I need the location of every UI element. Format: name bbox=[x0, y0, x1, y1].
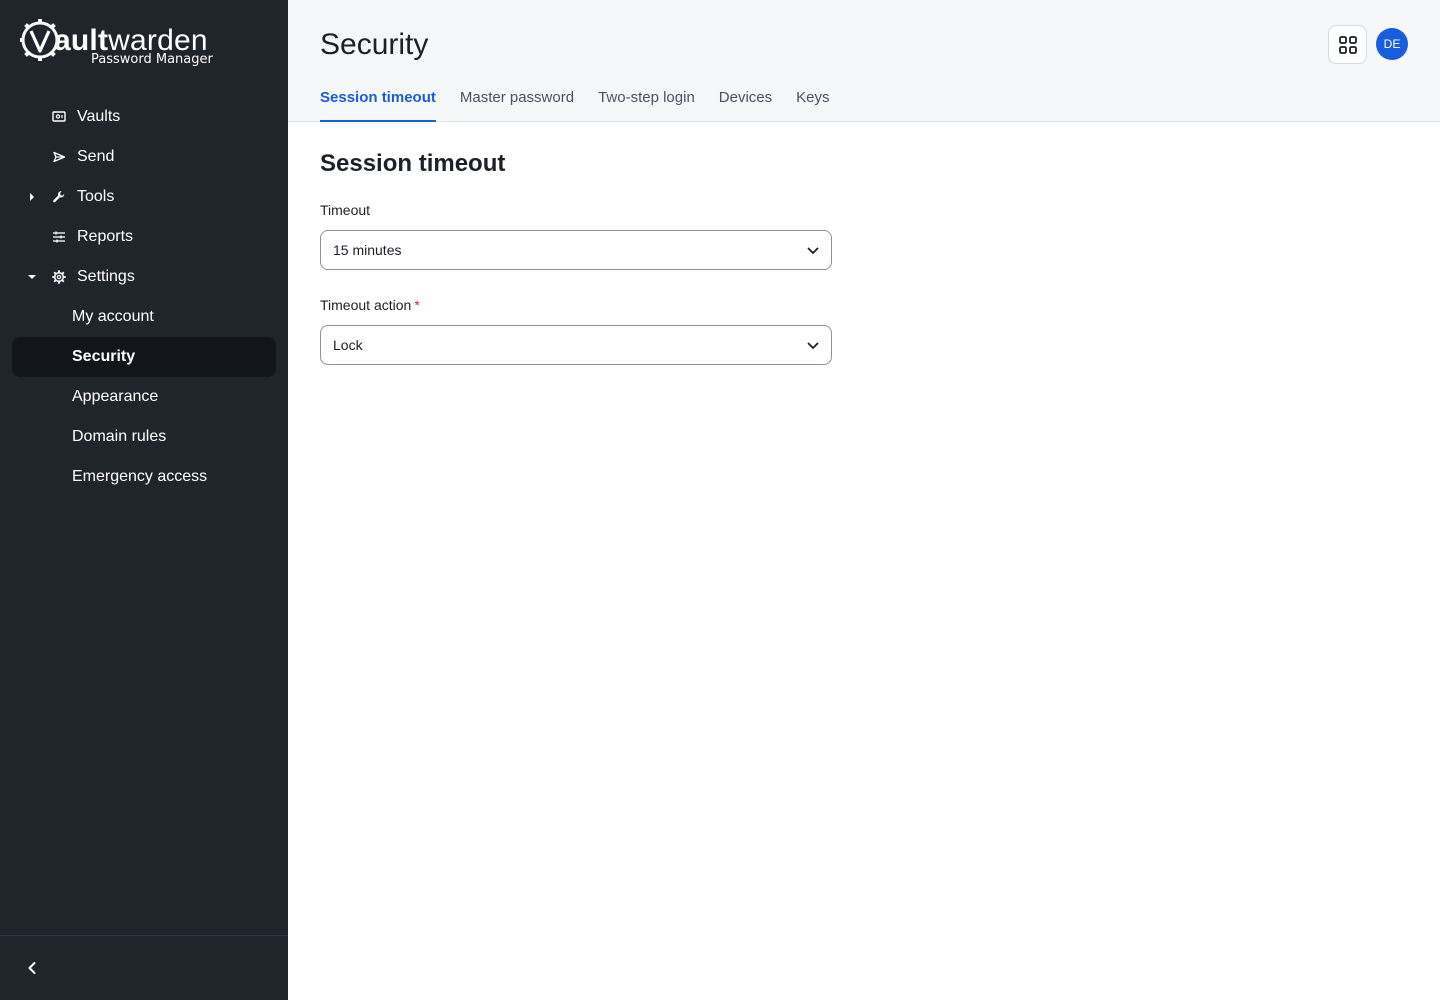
caret-right-icon[interactable] bbox=[27, 177, 37, 217]
security-tabs: Session timeout Master password Two-step… bbox=[320, 80, 854, 122]
wrench-icon bbox=[51, 177, 67, 217]
tab-devices[interactable]: Devices bbox=[719, 80, 772, 122]
sidebar-item-label: Emergency access bbox=[72, 468, 208, 485]
page-title: Security bbox=[320, 28, 429, 61]
tab-keys[interactable]: Keys bbox=[796, 80, 829, 122]
sidebar-item-vaults[interactable]: Vaults bbox=[0, 97, 288, 137]
sidebar-item-label: Appearance bbox=[72, 388, 159, 405]
tab-master-password[interactable]: Master password bbox=[460, 80, 574, 122]
sliders-icon bbox=[51, 217, 67, 257]
sidebar-item-label: Domain rules bbox=[72, 428, 167, 445]
chevron-down-icon bbox=[805, 243, 821, 259]
send-icon bbox=[51, 137, 67, 177]
sidebar-item-label: Vaults bbox=[77, 108, 121, 125]
caret-down-icon[interactable] bbox=[27, 257, 37, 297]
gear-icon bbox=[51, 257, 67, 297]
sidebar-item-my-account[interactable]: My account bbox=[0, 297, 288, 337]
main-content: Security DE Session timeout Master passw… bbox=[288, 0, 1440, 1000]
brand-subtitle: Password Manager bbox=[91, 52, 213, 67]
tab-two-step-login[interactable]: Two-step login bbox=[598, 80, 695, 122]
product-switcher-button[interactable] bbox=[1328, 25, 1367, 64]
sidebar-item-tools[interactable]: Tools bbox=[0, 177, 288, 217]
page-header: Security DE Session timeout Master passw… bbox=[288, 0, 1440, 122]
sidebar-item-appearance[interactable]: Appearance bbox=[0, 377, 288, 417]
chevron-down-icon bbox=[805, 338, 821, 354]
timeout-action-selected-value: Lock bbox=[333, 337, 363, 353]
collapse-sidebar-button[interactable] bbox=[20, 956, 44, 980]
sidebar-item-label: Tools bbox=[77, 188, 115, 205]
sidebar-footer bbox=[0, 935, 288, 1000]
sidebar-item-reports[interactable]: Reports bbox=[0, 217, 288, 257]
active-item-highlight bbox=[12, 337, 276, 377]
account-avatar[interactable]: DE bbox=[1376, 28, 1408, 60]
chevron-left-icon bbox=[28, 962, 36, 974]
session-timeout-section: Session timeout Timeout 15 minutes Timeo… bbox=[320, 150, 840, 392]
timeout-label: Timeout bbox=[320, 202, 840, 220]
sidebar-item-label: Security bbox=[72, 348, 136, 365]
sidebar-item-domain-rules[interactable]: Domain rules bbox=[0, 417, 288, 457]
required-marker: * bbox=[414, 297, 420, 313]
grid-icon bbox=[1338, 35, 1357, 54]
sidebar-item-label: Send bbox=[77, 148, 115, 165]
sidebar-item-label: Settings bbox=[77, 268, 135, 285]
sidebar-item-settings[interactable]: Settings bbox=[0, 257, 288, 297]
timeout-action-select[interactable]: Lock bbox=[320, 325, 832, 365]
timeout-selected-value: 15 minutes bbox=[333, 242, 402, 258]
sidebar: aultwarden Password Manager Vaults Send … bbox=[0, 0, 288, 1000]
sidebar-item-emergency-access[interactable]: Emergency access bbox=[0, 457, 288, 497]
sidebar-nav: Vaults Send Tools Reports Settings My ac… bbox=[0, 97, 288, 497]
sidebar-item-security[interactable]: Security bbox=[0, 337, 288, 377]
timeout-label-text: Timeout bbox=[320, 202, 371, 218]
timeout-action-label: Timeout action * bbox=[320, 297, 840, 315]
sidebar-item-label: Reports bbox=[77, 228, 134, 245]
section-title: Session timeout bbox=[320, 150, 506, 177]
timeout-action-label-text: Timeout action bbox=[320, 297, 412, 313]
vault-icon bbox=[51, 97, 67, 137]
timeout-select[interactable]: 15 minutes bbox=[320, 230, 832, 270]
sidebar-item-label: My account bbox=[72, 308, 154, 325]
sidebar-item-send[interactable]: Send bbox=[0, 137, 288, 177]
vaultwarden-logo[interactable]: aultwarden Password Manager bbox=[20, 19, 230, 71]
tab-session-timeout[interactable]: Session timeout bbox=[320, 80, 436, 122]
